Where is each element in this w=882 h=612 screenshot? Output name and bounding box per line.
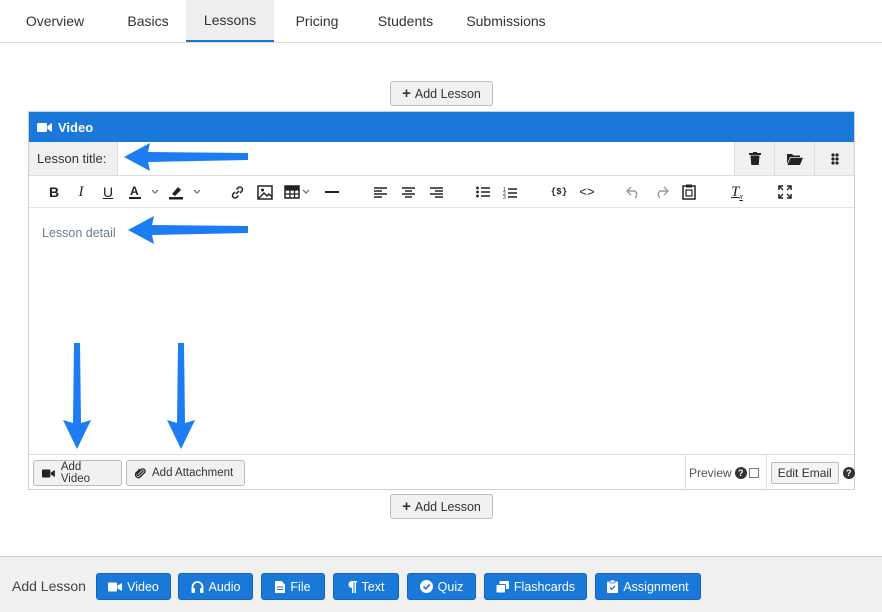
arrow-annotation-video: [63, 343, 91, 449]
email-help-icon[interactable]: ?: [842, 466, 855, 479]
video-label: Video: [127, 579, 159, 594]
image-icon[interactable]: [256, 176, 274, 208]
clear-format-icon[interactable]: Tx: [729, 176, 745, 208]
grip-icon: [830, 152, 839, 165]
drag-handle[interactable]: [814, 142, 854, 175]
svg-text:3: 3: [503, 195, 506, 199]
tab-overview[interactable]: Overview: [0, 0, 110, 42]
file-icon: [275, 580, 286, 593]
add-video-lesson-button[interactable]: Video: [96, 573, 171, 600]
add-audio-lesson-button[interactable]: Audio: [178, 573, 253, 600]
numbered-list-icon[interactable]: 123: [503, 176, 517, 208]
tab-students[interactable]: Students: [360, 0, 451, 42]
video-icon: [108, 582, 123, 591]
add-attachment-label: Add Attachment: [152, 467, 234, 479]
bullet-list-icon[interactable]: [476, 176, 490, 208]
add-lesson-footer: Add Lesson Video Audio File Text Quiz Fl…: [0, 556, 882, 612]
lesson-title-label: Lesson title:: [29, 142, 118, 175]
tab-submissions[interactable]: Submissions: [451, 0, 561, 42]
add-attachment-button[interactable]: Add Attachment: [126, 460, 245, 486]
underline-icon[interactable]: U: [101, 176, 115, 208]
preview-area: Preview ? Edit Email ?: [685, 455, 855, 490]
add-lesson-label: Add Lesson: [414, 499, 481, 514]
folder-open-icon: [786, 153, 803, 165]
text-label: Text: [361, 579, 385, 594]
editor-toolbar: B I U A 123 {$} <> T x: [29, 176, 854, 208]
svg-text:A: A: [130, 184, 139, 198]
preview-label: Preview: [689, 465, 732, 480]
add-assignment-lesson-button[interactable]: Assignment: [595, 573, 701, 600]
preview-checkbox[interactable]: [748, 467, 759, 478]
add-lesson-label: Add Lesson: [414, 86, 481, 101]
trash-icon: [748, 152, 761, 165]
add-quiz-lesson-button[interactable]: Quiz: [407, 573, 476, 600]
tab-basics[interactable]: Basics: [110, 0, 186, 42]
redo-icon[interactable]: [653, 176, 669, 208]
align-left-icon[interactable]: [373, 176, 387, 208]
headphones-icon: [191, 580, 203, 593]
flashcards-label: Flashcards: [513, 579, 576, 594]
delete-button[interactable]: [734, 142, 774, 175]
video-icon: [42, 469, 55, 477]
assignment-label: Assignment: [623, 579, 689, 594]
table-icon[interactable]: [283, 176, 313, 208]
add-lesson-button-bottom[interactable]: + Add Lesson: [390, 494, 493, 519]
text-color-icon[interactable]: A: [127, 176, 161, 208]
variable-icon[interactable]: {$}: [550, 176, 568, 208]
bold-icon[interactable]: B: [46, 176, 62, 208]
undo-icon[interactable]: [625, 176, 641, 208]
arrow-annotation-detail: [128, 216, 248, 244]
edit-email-label: Edit Email: [777, 465, 832, 480]
file-label: File: [290, 579, 311, 594]
source-code-icon[interactable]: <>: [578, 176, 596, 208]
clipboard-icon: [607, 580, 619, 593]
preview-divider: [765, 455, 767, 490]
align-center-icon[interactable]: [401, 176, 415, 208]
align-right-icon[interactable]: [429, 176, 443, 208]
course-tabs: Overview Basics Lessons Pricing Students…: [0, 0, 882, 43]
tab-pricing[interactable]: Pricing: [274, 0, 360, 42]
panel-header: Video: [29, 112, 854, 142]
video-icon: [37, 122, 52, 132]
add-file-lesson-button[interactable]: File: [261, 573, 325, 600]
panel-footer: Add Video Add Attachment Preview ? Edit …: [29, 454, 855, 490]
quiz-label: Quiz: [437, 579, 464, 594]
open-folder-button[interactable]: [774, 142, 814, 175]
edit-email-button[interactable]: Edit Email: [770, 461, 839, 484]
panel-title: Video: [58, 119, 94, 135]
audio-label: Audio: [208, 579, 241, 594]
plus-icon: +: [402, 85, 411, 102]
add-lesson-button-top[interactable]: + Add Lesson: [390, 81, 493, 106]
paperclip-icon: [135, 468, 146, 479]
add-flashcards-lesson-button[interactable]: Flashcards: [484, 573, 587, 600]
arrow-annotation-title: [124, 143, 248, 171]
footer-label: Add Lesson: [12, 578, 86, 594]
tab-lessons[interactable]: Lessons: [186, 0, 274, 42]
plus-icon: +: [402, 498, 411, 515]
paste-icon[interactable]: [681, 176, 697, 208]
add-text-lesson-button[interactable]: Text: [333, 573, 399, 600]
horizontal-rule-icon[interactable]: [325, 176, 339, 208]
highlight-icon[interactable]: [167, 176, 203, 208]
help-icon[interactable]: ?: [734, 466, 747, 479]
italic-icon[interactable]: I: [74, 176, 88, 208]
fullscreen-icon[interactable]: [777, 176, 793, 208]
lesson-detail-placeholder: Lesson detail: [42, 226, 116, 240]
add-video-button[interactable]: Add Video: [33, 460, 122, 486]
link-icon[interactable]: [229, 176, 245, 208]
paragraph-icon: [348, 580, 357, 593]
add-video-label: Add Video: [60, 461, 91, 485]
arrow-annotation-attachment: [167, 343, 195, 449]
cards-icon: [495, 580, 509, 593]
check-circle-icon: [419, 580, 433, 593]
